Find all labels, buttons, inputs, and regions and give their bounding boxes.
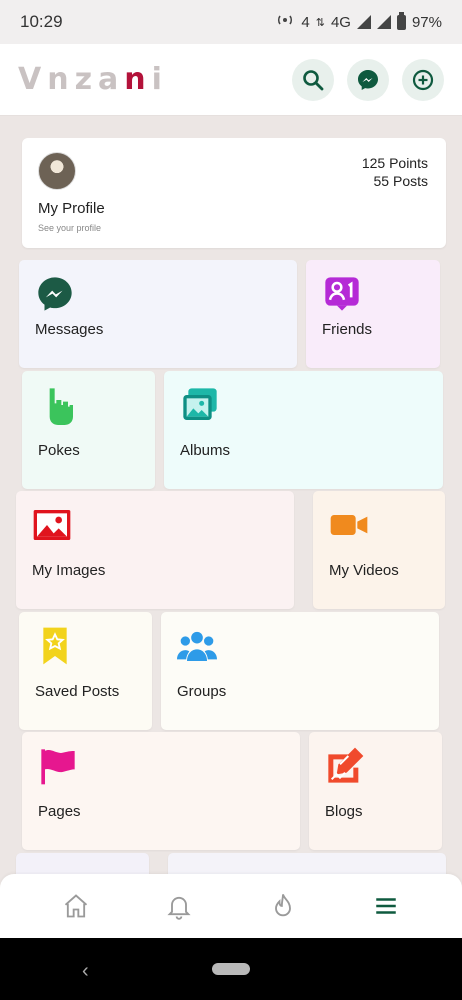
- search-icon: [303, 69, 324, 90]
- blog-edit-icon: [325, 746, 365, 786]
- tile-my-images[interactable]: My Images: [16, 491, 294, 609]
- friends-icon: [322, 274, 362, 314]
- tile-pokes[interactable]: Pokes: [22, 371, 155, 489]
- hotspot-count: 4: [301, 13, 310, 31]
- tile-friends[interactable]: Friends: [306, 260, 440, 368]
- trending-fire-icon: [274, 894, 291, 917]
- tile-label: Albums: [180, 442, 231, 459]
- home-icon: [64, 894, 87, 918]
- battery-icon: [396, 11, 406, 30]
- nav-trending[interactable]: [258, 881, 308, 931]
- data-arrows-icon: ⇅: [315, 16, 325, 29]
- profile-stats: 125 Points 55 Posts: [362, 154, 428, 190]
- status-icons: 4 ⇅ 4G 97%: [277, 11, 442, 32]
- status-bar: 10:29 4 ⇅ 4G 97%: [0, 0, 462, 44]
- network-type: 4G: [330, 13, 351, 31]
- tile-messages[interactable]: Messages: [19, 260, 297, 368]
- home-pill[interactable]: [212, 963, 250, 975]
- battery-percent: 97%: [411, 13, 442, 31]
- add-button[interactable]: [402, 58, 444, 101]
- posts-count: 55 Posts: [373, 173, 428, 189]
- logo-part-1: V: [18, 62, 48, 97]
- nav-menu[interactable]: [361, 881, 411, 931]
- logo-part-2: nza: [47, 62, 125, 97]
- tile-albums[interactable]: Albums: [164, 371, 443, 489]
- tile-label: Blogs: [325, 803, 363, 820]
- signal-icon: [356, 15, 371, 29]
- header-actions: [292, 58, 444, 101]
- bottom-nav: [0, 874, 462, 938]
- tile-label: My Videos: [329, 562, 399, 579]
- app-header: Vnzani: [0, 44, 462, 116]
- messenger-button[interactable]: [347, 58, 389, 101]
- tile-my-videos[interactable]: My Videos: [313, 491, 445, 609]
- nav-notifications[interactable]: [154, 881, 204, 931]
- tile-label: Pages: [38, 803, 81, 820]
- tile-saved-posts[interactable]: Saved Posts: [19, 612, 152, 730]
- back-chevron-icon[interactable]: ‹: [82, 960, 89, 983]
- messenger-icon: [358, 69, 378, 90]
- image-icon: [32, 505, 72, 545]
- bookmark-star-icon: [35, 626, 75, 666]
- video-camera-icon: [329, 505, 369, 545]
- tile-pages[interactable]: Pages: [22, 732, 300, 850]
- tile-groups[interactable]: Groups: [161, 612, 439, 730]
- points-count: 125 Points: [361, 155, 428, 171]
- tile-label: Groups: [177, 683, 227, 700]
- profile-subtitle: See your profile: [38, 223, 102, 233]
- system-nav-bar: ‹: [0, 938, 462, 1000]
- logo-part-3: n: [124, 62, 152, 97]
- tile-label: Messages: [35, 321, 104, 338]
- albums-icon: [180, 385, 220, 425]
- signal-icon-2: [376, 15, 391, 29]
- groups-icon: [177, 626, 217, 666]
- menu-icon: [376, 898, 396, 914]
- nav-home[interactable]: [51, 881, 101, 931]
- bell-icon: [167, 896, 191, 920]
- tile-blogs[interactable]: Blogs: [309, 732, 442, 850]
- tile-label: Friends: [322, 321, 373, 338]
- status-time: 10:29: [20, 12, 63, 31]
- flag-icon: [38, 746, 78, 786]
- tile-label: My Images: [32, 562, 106, 579]
- search-button[interactable]: [292, 58, 334, 101]
- tile-label: Pokes: [38, 442, 80, 459]
- app-logo[interactable]: Vnzani: [18, 62, 168, 97]
- tile-label: Saved Posts: [35, 683, 120, 700]
- hotspot-icon: [277, 12, 295, 32]
- logo-part-4: i: [151, 62, 168, 97]
- avatar: [38, 152, 76, 190]
- plus-circle-icon: [412, 69, 434, 90]
- poke-hand-icon: [38, 385, 78, 425]
- messenger-icon: [35, 274, 75, 314]
- profile-name: My Profile: [38, 200, 105, 217]
- profile-card[interactable]: My Profile See your profile 125 Points 5…: [22, 138, 446, 248]
